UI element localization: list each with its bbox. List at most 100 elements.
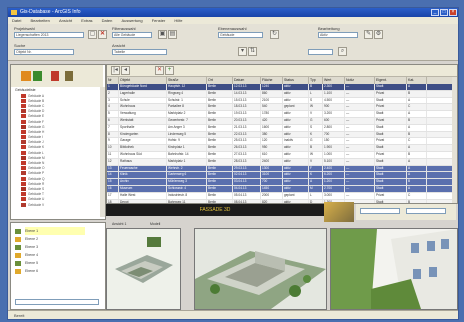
maximize-button[interactable]: □ [440, 9, 448, 16]
folder-icon[interactable] [21, 71, 31, 81]
delete-icon[interactable]: ✕ [98, 30, 107, 39]
minimize-button[interactable]: _ [431, 9, 439, 16]
column-header[interactable]: Fläche [261, 77, 283, 84]
table-cell: A [407, 158, 427, 165]
zoom-field[interactable] [308, 49, 333, 55]
table-cell: 700 [323, 131, 345, 138]
search-input[interactable]: Objekt Nr. [14, 49, 74, 55]
layer-select[interactable]: Gebäude [218, 32, 263, 38]
table-row[interactable]: 14 Klinik Gartenweg 6 Berlin 02.04.13 3100 akt… [107, 172, 457, 180]
table-row[interactable]: 16 Museum Schlossstr. 4 Berlin 04.04.13 1450 a… [107, 185, 457, 193]
open-icon[interactable]: ▢ [88, 30, 97, 39]
table-row[interactable]: 17 Halle West Industriestr. 8 Berlin 05.04.1… [107, 192, 457, 200]
first-record-icon[interactable]: |◂ [111, 66, 120, 75]
table-row[interactable]: 5 Verwaltung Marktplatz 2 Berlin 19.03.13 178… [107, 111, 457, 118]
column-header[interactable]: Status [283, 77, 309, 84]
table-cell: A [407, 84, 427, 90]
column-header[interactable]: Wert [323, 77, 345, 84]
isometric-view-image[interactable] [194, 228, 327, 310]
layer-item[interactable]: Ebene 1 [15, 227, 95, 235]
pin-icon[interactable] [51, 71, 59, 81]
column-header[interactable]: Objekt [119, 77, 167, 84]
layer-item[interactable]: Ebene 3 [15, 243, 95, 251]
tree-scrollbar[interactable] [100, 87, 105, 217]
sort-icon[interactable]: ⇅ [248, 47, 257, 56]
edit-icon[interactable]: ✎ [364, 30, 373, 39]
save-icon[interactable]: ▣ [158, 30, 167, 39]
table-cell: Schlossstr. 4 [167, 185, 207, 192]
column-header[interactable]: Ort [207, 77, 233, 84]
preview-thumbnail[interactable] [324, 202, 354, 222]
menu-item-tools[interactable]: Extras [77, 17, 96, 24]
menu-item-view[interactable]: Ansicht [55, 17, 76, 24]
table-cell: Halle West [119, 192, 167, 199]
table-row[interactable]: 15 Archiv Mühlenweg 3 Berlin 03.04.13 700 akti… [107, 179, 457, 186]
table-row[interactable]: 9 Garage Hofstr. 9 Berlin 25.03.13 120 inaktiv… [107, 138, 457, 146]
table-row[interactable]: 6 Werkstatt Gewerbestr. 7 Berlin 20.03.13 420… [107, 117, 457, 125]
preview-select[interactable] [360, 208, 400, 214]
column-header[interactable]: Eigent. [375, 77, 407, 84]
search-label: Suche [14, 43, 26, 48]
table-cell: Berlin [207, 111, 233, 117]
table-cell: aktiv [283, 90, 309, 97]
table-cell: 610 [261, 151, 283, 158]
tool-icon[interactable] [65, 71, 73, 81]
print-icon[interactable]: ▤ [168, 30, 177, 39]
refresh-icon[interactable]: ↻ [270, 30, 279, 39]
table-row[interactable]: 13 Feuerwache Wehrstr. 2 Berlin 29.03.13 1300… [107, 165, 457, 173]
table-cell: Berlin [207, 165, 233, 172]
column-header[interactable]: Kat. [407, 77, 427, 84]
column-header[interactable]: Datum [233, 77, 261, 84]
status-select[interactable]: Aktiv [318, 32, 358, 38]
settings-icon[interactable]: ⚙ [374, 30, 383, 39]
column-header[interactable]: Typ [309, 77, 323, 84]
menu-item-data[interactable]: Daten [98, 17, 117, 24]
project-select[interactable]: Liegenschaften 2013 [14, 32, 84, 38]
table-cell: aktiv [283, 185, 309, 192]
search-icon[interactable]: ⌕ [338, 47, 347, 56]
table-cell: Kindergarten [119, 131, 167, 138]
table-row[interactable]: 10 Bibliothek Kirchplatz 1 Berlin 26.03.13 95… [107, 145, 457, 152]
table-cell: S [309, 124, 323, 131]
column-header[interactable]: Straße [167, 77, 207, 84]
facade-3d-image[interactable] [330, 228, 458, 310]
column-header[interactable]: Nr [107, 77, 119, 84]
layer-item[interactable]: Ebene 4 [15, 251, 95, 259]
layer-item[interactable]: Ebene 2 [15, 235, 95, 243]
table-cell: 3.200 [323, 111, 345, 117]
table-cell: 3 [107, 97, 119, 104]
preview-select-2[interactable] [406, 208, 446, 214]
table-cell: M [309, 185, 323, 192]
tree-item-label: Gebäude C [28, 103, 45, 108]
close-button[interactable]: × [449, 9, 457, 16]
column-header[interactable]: Notiz [345, 77, 375, 84]
table-row[interactable]: 11 Wohnhaus Süd Bahnhofstr. 14 Berlin 27.03.… [107, 151, 457, 159]
layer-item[interactable]: Ebene 6 [15, 267, 95, 275]
add-record-icon[interactable]: + [165, 66, 174, 75]
delete-record-icon[interactable]: ✕ [155, 66, 164, 75]
menu-item-file[interactable]: Datei [8, 17, 25, 24]
tree-item[interactable]: Gebäude V [21, 202, 101, 207]
filter-icon[interactable]: ▾ [238, 47, 247, 56]
menu-item-window[interactable]: Fenster [148, 17, 170, 24]
aerial-view-image[interactable] [106, 228, 181, 310]
map-icon[interactable] [33, 71, 42, 81]
table-row[interactable]: 4 Wohnhaus Parkallee 8 Berlin 18.03.13 540 gep… [107, 104, 457, 112]
filter-select[interactable]: Alle Gebäude [112, 32, 152, 38]
menu-item-edit[interactable]: Bearbeiten [26, 17, 53, 24]
table-row[interactable]: 7 Sporthalle Am Anger 3 Berlin 21.03.13 1600 a… [107, 124, 457, 132]
table-cell: B [407, 151, 427, 158]
layer-filter-input[interactable] [15, 299, 99, 305]
table-row[interactable]: 3 Schule Schulstr. 1 Berlin 15.03.13 2100 akti… [107, 97, 457, 105]
grid-scrollbar[interactable] [452, 77, 457, 203]
menu-item-help[interactable]: Hilfe [170, 17, 186, 24]
table-row[interactable]: 8 Kindergarten Lindenweg 5 Berlin 22.03.13 38… [107, 131, 457, 139]
table-row[interactable]: 12 Rathaus Marktplatz 1 Berlin 28.03.13 2400 a… [107, 158, 457, 166]
table-row[interactable]: 2 Lagerhalle Ringweg 4 Berlin 14.03.13 860 akt… [107, 90, 457, 98]
view-select[interactable]: Tabelle [112, 49, 167, 55]
menu-item-analysis[interactable]: Auswertung [117, 17, 146, 24]
layer-item[interactable]: Ebene 5 [15, 259, 95, 267]
table-row[interactable]: 1 Bürogebäude Nord Hauptstr. 12 Berlin 12.03… [107, 84, 457, 91]
tree-item-label: Gebäude S [28, 186, 45, 191]
prev-record-icon[interactable]: ◂ [121, 66, 130, 75]
